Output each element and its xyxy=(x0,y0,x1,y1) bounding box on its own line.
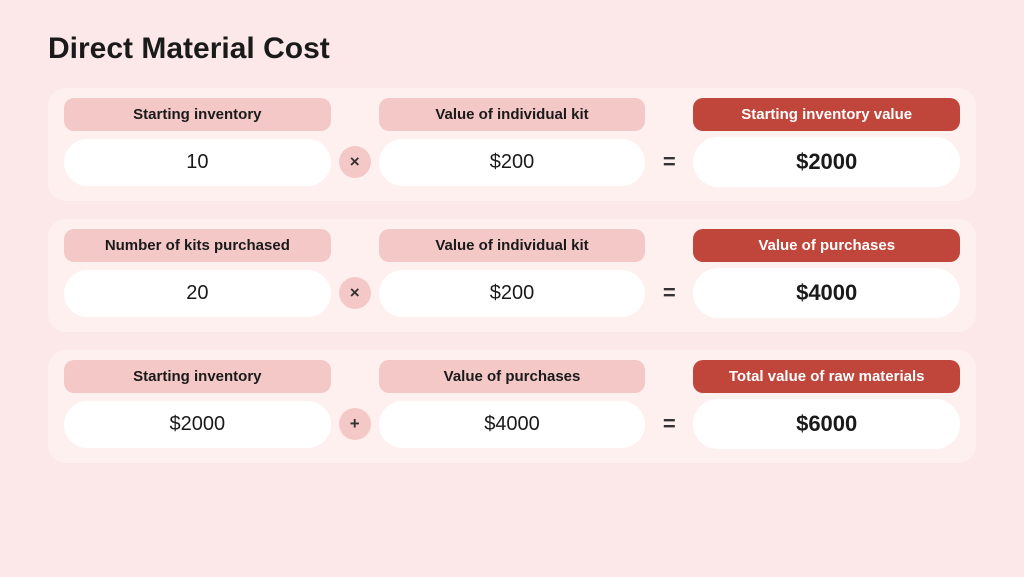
main-container: Direct Material Cost Starting inventory V… xyxy=(0,0,1024,577)
value-3-1: $2000 xyxy=(64,401,331,448)
label-1-1: Starting inventory xyxy=(64,98,331,131)
label-2-2: Value of individual kit xyxy=(379,229,646,262)
operator-circle-2-1: × xyxy=(339,277,371,309)
value-1-1: 10 xyxy=(64,139,331,186)
label-2-3: Value of purchases xyxy=(693,229,960,262)
label-2-1: Number of kits purchased xyxy=(64,229,331,262)
label-3-3: Total value of raw materials xyxy=(693,360,960,393)
value-3-3: $6000 xyxy=(693,399,960,449)
equals-sign-2: = xyxy=(663,280,676,306)
values-row-3: $2000+$4000 = $6000 xyxy=(64,399,960,449)
equation-groups: Starting inventory Value of individual ki… xyxy=(48,88,976,463)
operator2-2: = xyxy=(645,280,693,306)
equation-group-3: Starting inventory Value of purchases Tota… xyxy=(48,350,976,463)
label-1-3: Starting inventory value xyxy=(693,98,960,131)
equation-group-1: Starting inventory Value of individual ki… xyxy=(48,88,976,201)
page-title: Direct Material Cost xyxy=(48,32,976,66)
value-2-3: $4000 xyxy=(693,268,960,318)
operator1-3: + xyxy=(331,408,379,440)
operator1-2: × xyxy=(331,277,379,309)
operator2-3: = xyxy=(645,411,693,437)
operator-circle-3-1: + xyxy=(339,408,371,440)
value-1-3: $2000 xyxy=(693,137,960,187)
values-row-2: 20×$200 = $4000 xyxy=(64,268,960,318)
label-1-2: Value of individual kit xyxy=(379,98,646,131)
value-2-2: $200 xyxy=(379,270,646,317)
value-2-1: 20 xyxy=(64,270,331,317)
label-3-2: Value of purchases xyxy=(379,360,646,393)
equals-sign-3: = xyxy=(663,411,676,437)
labels-row-3: Starting inventory Value of purchases Tota… xyxy=(64,360,960,393)
equation-group-2: Number of kits purchased Value of individ… xyxy=(48,219,976,332)
label-3-1: Starting inventory xyxy=(64,360,331,393)
equals-sign-1: = xyxy=(663,149,676,175)
value-3-2: $4000 xyxy=(379,401,646,448)
operator2-1: = xyxy=(645,149,693,175)
labels-row-2: Number of kits purchased Value of individ… xyxy=(64,229,960,262)
values-row-1: 10×$200 = $2000 xyxy=(64,137,960,187)
labels-row-1: Starting inventory Value of individual ki… xyxy=(64,98,960,131)
value-1-2: $200 xyxy=(379,139,646,186)
operator-circle-1-1: × xyxy=(339,146,371,178)
operator1-1: × xyxy=(331,146,379,178)
